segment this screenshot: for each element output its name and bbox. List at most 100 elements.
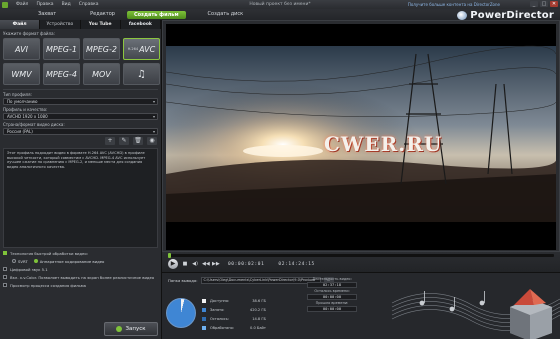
output-folder-label: Папка вывода: [168, 278, 198, 283]
format-mov[interactable]: MOV [83, 63, 120, 85]
legend-processed: Обработано: 0.0 Байт [202, 323, 282, 332]
legend-remaining: Осталось: 14.8 ГБ [202, 314, 282, 323]
format-grid: AVI MPEG-1 MPEG-2 H.264 AVC WMV MPEG-4 M… [0, 36, 161, 87]
total-duration: 02:14:24:15 [278, 261, 315, 267]
profile-actions: + ✎ 🗑 ◉ [0, 137, 161, 146]
legend-label: Доступно: [210, 298, 230, 303]
legend-value: 0.0 Байт [250, 325, 266, 330]
surround-option[interactable]: Цифровой звук 5.1 [0, 265, 162, 273]
time-remaining-value: 00:00:00 [307, 294, 357, 300]
close-button[interactable]: ✕ [550, 1, 558, 7]
format-mpeg4[interactable]: MPEG-4 [43, 63, 80, 85]
produce-illustration [391, 289, 560, 339]
legend-value: 420.2 ГБ [249, 307, 266, 312]
profile-details-icon[interactable]: ◉ [147, 137, 157, 145]
fast-render-checkbox[interactable] [3, 251, 7, 255]
hw-encoding-radio[interactable]: Аппаратное кодирование видео [33, 258, 105, 264]
avc-prefix: H.264 [127, 47, 139, 51]
legend-value: 14.8 ГБ [252, 316, 266, 321]
quality-select[interactable]: AVCHD 1920 x 1080 ▾ [3, 113, 158, 120]
disk-usage-pie [166, 298, 196, 328]
add-profile-icon[interactable]: + [105, 137, 115, 145]
tab-capture[interactable]: Захват [28, 9, 66, 20]
format-wmv[interactable]: WMV [3, 63, 40, 85]
output-folder-field[interactable]: C:\Users\Oleg\Documents\CyberLink\PowerD… [200, 277, 321, 284]
watermark-text: CWER.RU [324, 132, 443, 156]
preview-option[interactable]: Просмотр процесса создания фильма [0, 281, 162, 289]
mode-bar: Захват Редактор Создать фильм Создать ди… [0, 9, 560, 21]
start-button[interactable]: Запуск [104, 322, 158, 336]
title-bar: Файл Правка Вид Справка Новый проект без… [0, 0, 560, 9]
fast-render-modes: SVRT Аппаратное кодирование видео [0, 257, 162, 265]
stop-icon[interactable]: ■ [182, 261, 188, 267]
quality-label: Профиль и качество: [3, 107, 48, 112]
directorzone-link[interactable]: Получите больше контента на DirectorZone [408, 2, 500, 7]
format-mpeg2[interactable]: MPEG-2 [83, 38, 120, 60]
format-avi[interactable]: AVI [3, 38, 40, 60]
preview-panel: CWER.RU [162, 20, 560, 252]
tab-device[interactable]: Устройство [40, 20, 81, 29]
delete-profile-icon[interactable]: 🗑 [133, 137, 143, 145]
tab-file[interactable]: Файл [0, 20, 41, 29]
previous-frame-icon[interactable]: ◀◀ [202, 261, 210, 267]
disk-usage-legend: Доступно: 38.6 ГБ Занято: 420.2 ГБ Остал… [202, 296, 282, 332]
output-type-tabs: Файл Устройство You Tube facebook [0, 20, 161, 29]
legend-label: Обработано: [210, 325, 234, 330]
svrt-radio[interactable]: SVRT [12, 258, 28, 264]
legend-available: Доступно: 38.6 ГБ [202, 296, 282, 305]
xvcolor-label: Вкл. x.v.Color. Позволяет выводить на эк… [10, 274, 155, 280]
maximize-button[interactable]: □ [540, 1, 548, 7]
start-icon [116, 326, 123, 332]
legend-swatch [202, 307, 206, 312]
seek-handle[interactable] [168, 253, 171, 258]
play-button[interactable]: ▶ [168, 259, 178, 269]
edit-profile-icon[interactable]: ✎ [119, 137, 129, 145]
format-audio-icon[interactable]: ♫ [123, 63, 160, 85]
profile-type-label: Тип профиля: [3, 92, 32, 97]
chevron-down-icon: ▾ [152, 129, 155, 134]
tab-facebook[interactable]: facebook [121, 20, 161, 29]
chevron-down-icon: ▾ [152, 114, 155, 119]
current-timecode: 00:00:02:01 [228, 261, 265, 267]
minimize-button[interactable]: _ [530, 1, 538, 7]
format-mpeg1[interactable]: MPEG-1 [43, 38, 80, 60]
tab-edit[interactable]: Редактор [80, 9, 125, 20]
start-label: Запуск [125, 326, 146, 332]
output-info-panel: Папка вывода: C:\Users\Oleg\Documents\Cy… [162, 272, 560, 339]
chevron-down-icon: ▾ [152, 99, 155, 104]
fast-render-option[interactable]: Технология быстрой обработки видео: [0, 249, 162, 257]
video-duration-value: 02:37:18 [307, 282, 357, 288]
preview-label: Просмотр процесса создания фильма [10, 282, 86, 288]
volume-icon[interactable]: ◀) [192, 261, 198, 267]
time-info: Длительность видео: 02:37:18 Осталось вр… [307, 277, 357, 313]
video-preview[interactable]: CWER.RU [166, 24, 556, 250]
format-avc[interactable]: H.264 AVC [123, 38, 160, 60]
country-label: Страна/формат видео диска: [3, 122, 65, 127]
legend-used: Занято: 420.2 ГБ [202, 305, 282, 314]
country-select[interactable]: Россия (PAL) ▾ [3, 128, 158, 135]
svrt-label: SVRT [18, 258, 28, 264]
xvcolor-option[interactable]: Вкл. x.v.Color. Позволяет выводить на эк… [0, 273, 162, 281]
avc-label: AVC [139, 44, 156, 54]
powerdirector-logo-icon [457, 11, 468, 20]
next-frame-icon[interactable]: ▶▶ [212, 261, 220, 267]
surround-checkbox[interactable] [3, 267, 7, 271]
legend-swatch [202, 298, 206, 303]
tab-create-disc[interactable]: Создать диск [198, 9, 254, 20]
fast-render-label: Технология быстрой обработки видео: [10, 250, 88, 256]
tab-produce[interactable]: Создать фильм [126, 10, 186, 19]
legend-label: Осталось: [210, 316, 229, 321]
time-elapsed-value: 00:00:00 [307, 306, 357, 312]
seek-bar[interactable] [168, 253, 554, 258]
preview-checkbox[interactable] [3, 283, 7, 287]
surround-label: Цифровой звук 5.1 [10, 266, 48, 272]
quality-value: AVCHD 1920 x 1080 [7, 114, 48, 119]
xvcolor-checkbox[interactable] [3, 275, 7, 279]
tab-youtube[interactable]: You Tube [81, 20, 121, 29]
hw-encoding-label: Аппаратное кодирование видео [39, 258, 105, 264]
profile-type-select[interactable]: По умолчанию ▾ [3, 98, 158, 105]
legend-value: 38.6 ГБ [252, 298, 266, 303]
produce-settings-panel: Файл Устройство You Tube facebook Укажит… [0, 20, 162, 339]
legend-swatch [202, 325, 206, 330]
profile-description: Этот профиль подходит видео в формате H.… [3, 148, 158, 248]
